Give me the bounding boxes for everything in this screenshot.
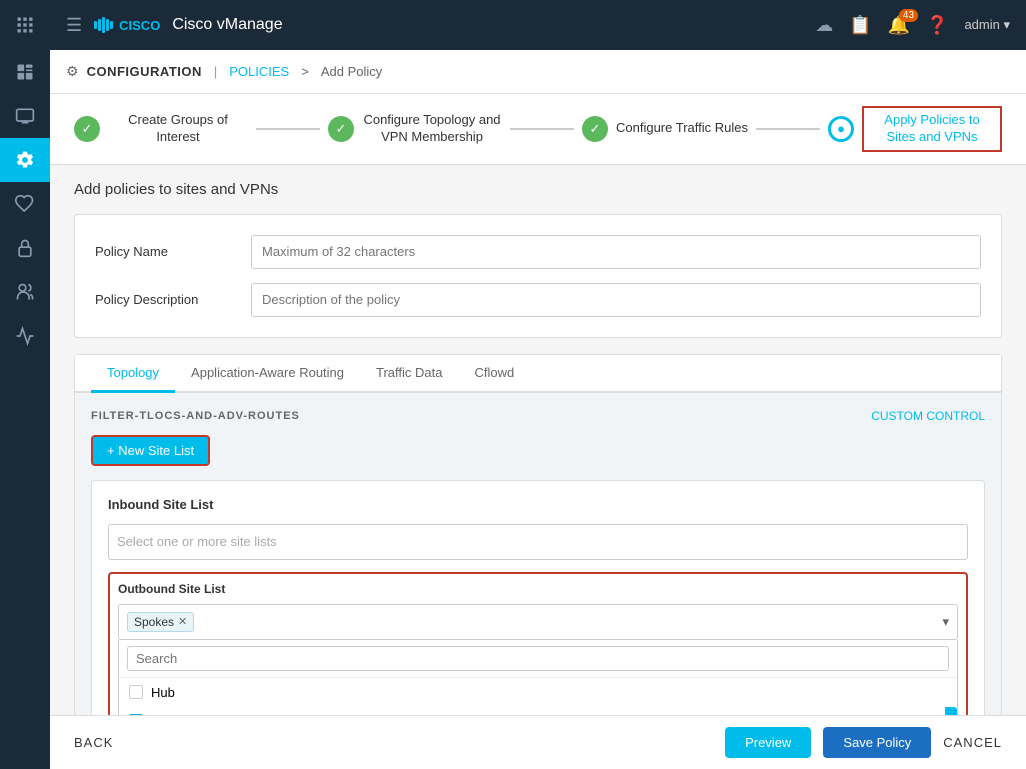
sidebar-item-users[interactable] bbox=[0, 270, 50, 314]
outbound-select[interactable]: Spokes ✕ ▾ bbox=[118, 604, 958, 640]
wizard-step-3[interactable]: ✓ Configure Traffic Rules bbox=[582, 116, 748, 142]
config-icon: ⚙ bbox=[66, 63, 79, 80]
tabs-container: Topology Application-Aware Routing Traff… bbox=[74, 354, 1002, 715]
tab-cflowd[interactable]: Cflowd bbox=[458, 355, 530, 393]
custom-control-link[interactable]: CUSTOM CONTROL bbox=[871, 409, 985, 423]
policy-desc-label: Policy Description bbox=[95, 292, 235, 307]
cisco-mark-icon bbox=[94, 17, 113, 33]
inbound-placeholder: Select one or more site lists bbox=[117, 534, 277, 549]
dropdown-item-spokes[interactable]: ✓ Spokes bbox=[119, 707, 957, 715]
wizard-step-2[interactable]: ✓ Configure Topology and VPN Membership bbox=[328, 112, 502, 146]
step-connector-3 bbox=[756, 128, 820, 130]
step-4-icon: ● bbox=[828, 116, 854, 142]
back-button[interactable]: BACK bbox=[74, 735, 113, 750]
step-connector-2 bbox=[510, 128, 574, 130]
inbound-select-wrapper[interactable]: Select one or more site lists bbox=[108, 524, 968, 560]
topbar-right: ☁ 📋 🔔 43 ❓ admin ▾ bbox=[815, 15, 1010, 36]
wizard-step-4[interactable]: ● Apply Policies to Sites and VPNs bbox=[828, 106, 1002, 152]
hamburger-icon[interactable]: ☰ bbox=[66, 15, 82, 36]
outbound-title: Outbound Site List bbox=[118, 582, 958, 596]
page-content-area: Add policies to sites and VPNs Policy Na… bbox=[50, 165, 1026, 715]
sidebar-item-grid[interactable] bbox=[0, 0, 50, 50]
filter-title: FILTER-TLOCS-AND-ADV-ROUTES bbox=[91, 410, 300, 422]
main-area: ☰ CISCO Cisco vManage ☁ 📋 🔔 43 ❓ admin ▾ bbox=[50, 0, 1026, 769]
new-site-list-button[interactable]: + New Site List bbox=[91, 435, 210, 466]
sidebar-item-tools[interactable] bbox=[0, 182, 50, 226]
wizard-steps: ✓ Create Groups of Interest ✓ Configure … bbox=[50, 94, 1026, 165]
tab-topology[interactable]: Topology bbox=[91, 355, 175, 393]
bottom-bar: BACK Preview Save Policy CANCEL bbox=[50, 715, 1026, 769]
help-icon[interactable]: ❓ bbox=[926, 15, 948, 36]
hub-checkbox[interactable] bbox=[129, 685, 143, 699]
subbar-arrow-icon: > bbox=[301, 64, 309, 79]
preview-button[interactable]: Preview bbox=[725, 727, 811, 758]
dropdown-item-hub[interactable]: Hub bbox=[119, 678, 957, 707]
filter-header: FILTER-TLOCS-AND-ADV-ROUTES CUSTOM CONTR… bbox=[91, 409, 985, 423]
outbound-select-wrapper: Spokes ✕ ▾ bbox=[118, 604, 958, 715]
dropdown-arrow-icon: ▾ bbox=[942, 614, 949, 630]
remove-spokes-tag[interactable]: ✕ bbox=[178, 615, 187, 628]
cancel-button[interactable]: CANCEL bbox=[943, 735, 1002, 750]
spokes-checkbox[interactable]: ✓ bbox=[129, 714, 143, 715]
step-3-icon: ✓ bbox=[582, 116, 608, 142]
subbar-current-page: Add Policy bbox=[321, 64, 382, 79]
sidebar-item-dashboard[interactable] bbox=[0, 50, 50, 94]
wizard-step-1[interactable]: ✓ Create Groups of Interest bbox=[74, 112, 248, 146]
save-policy-button[interactable]: Save Policy bbox=[823, 727, 931, 758]
subbar-separator: | bbox=[214, 64, 217, 79]
hub-label: Hub bbox=[151, 685, 175, 700]
outbound-tag-spokes: Spokes ✕ bbox=[127, 612, 194, 632]
step-connector-1 bbox=[256, 128, 320, 130]
step-2-icon: ✓ bbox=[328, 116, 354, 142]
cloud-icon[interactable]: ☁ bbox=[815, 15, 833, 36]
app-title: Cisco vManage bbox=[172, 16, 282, 34]
policy-name-input[interactable] bbox=[251, 235, 981, 269]
inbound-select[interactable]: Select one or more site lists bbox=[108, 524, 968, 560]
sidebar bbox=[0, 0, 50, 769]
policy-name-row: Policy Name bbox=[95, 235, 981, 269]
document-icon[interactable]: 📋 bbox=[849, 15, 871, 36]
policy-name-label: Policy Name bbox=[95, 244, 235, 259]
tab-traffic-data[interactable]: Traffic Data bbox=[360, 355, 458, 393]
subbar: ⚙ CONFIGURATION | POLICIES > Add Policy bbox=[50, 50, 1026, 94]
sidebar-item-analytics[interactable] bbox=[0, 314, 50, 358]
sidebar-item-monitor[interactable] bbox=[0, 94, 50, 138]
step-2-label: Configure Topology and VPN Membership bbox=[362, 112, 502, 146]
cisco-text: CISCO bbox=[119, 18, 160, 33]
step-1-icon: ✓ bbox=[74, 116, 100, 142]
sidebar-item-lock[interactable] bbox=[0, 226, 50, 270]
dropdown-search-area bbox=[119, 640, 957, 678]
subbar-subsection-link[interactable]: POLICIES bbox=[229, 64, 289, 79]
scroll-indicator bbox=[945, 707, 957, 715]
cisco-logo: CISCO bbox=[94, 17, 160, 33]
outbound-section: Outbound Site List Spokes ✕ ▾ bbox=[108, 572, 968, 715]
notification-icon[interactable]: 🔔 43 bbox=[888, 15, 910, 36]
page-header: Add policies to sites and VPNs bbox=[74, 181, 1002, 198]
site-list-card: Inbound Site List Select one or more sit… bbox=[91, 480, 985, 715]
topbar: ☰ CISCO Cisco vManage ☁ 📋 🔔 43 ❓ admin ▾ bbox=[50, 0, 1026, 50]
tabs-bar: Topology Application-Aware Routing Traff… bbox=[75, 355, 1001, 393]
dropdown-search-input[interactable] bbox=[127, 646, 949, 671]
page-inner: Add policies to sites and VPNs Policy Na… bbox=[50, 165, 1026, 715]
policy-desc-input[interactable] bbox=[251, 283, 981, 317]
step-3-label: Configure Traffic Rules bbox=[616, 120, 748, 137]
inbound-title: Inbound Site List bbox=[108, 497, 968, 512]
sidebar-item-config[interactable] bbox=[0, 138, 50, 182]
topology-tab-content: FILTER-TLOCS-AND-ADV-ROUTES CUSTOM CONTR… bbox=[75, 393, 1001, 715]
policy-desc-row: Policy Description bbox=[95, 283, 981, 317]
tab-app-routing[interactable]: Application-Aware Routing bbox=[175, 355, 360, 393]
step-1-label: Create Groups of Interest bbox=[108, 112, 248, 146]
subbar-section: CONFIGURATION bbox=[87, 64, 202, 79]
step-4-label: Apply Policies to Sites and VPNs bbox=[862, 106, 1002, 152]
admin-menu[interactable]: admin ▾ bbox=[964, 17, 1010, 33]
notification-badge: 43 bbox=[899, 9, 918, 22]
outbound-dropdown: Hub ✓ Spokes bbox=[118, 640, 958, 715]
spokes-label: Spokes bbox=[151, 714, 194, 715]
policy-form: Policy Name Policy Description bbox=[74, 214, 1002, 338]
